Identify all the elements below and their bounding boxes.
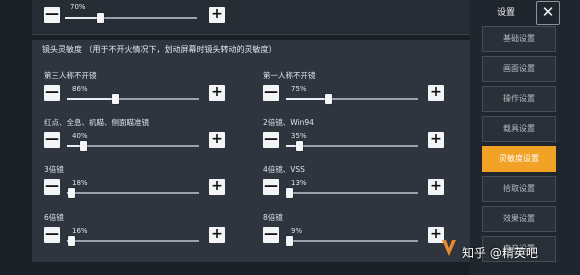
sensitivity-slider[interactable] [286, 236, 418, 246]
slider-label: 8倍镜 [263, 213, 283, 222]
sensitivity-slider[interactable] [67, 141, 199, 151]
sensitivity-slider[interactable] [286, 141, 418, 151]
sidebar-item[interactable]: 操作设置 [482, 86, 556, 112]
sidebar-item[interactable]: 载具设置 [482, 116, 556, 142]
slider-plus-button[interactable]: + [428, 179, 444, 195]
sensitivity-slider[interactable] [286, 188, 418, 198]
slider-value: 75% [291, 85, 307, 93]
slider-knob[interactable] [112, 94, 119, 104]
slider-minus-button[interactable]: — [44, 227, 60, 243]
sensitivity-slider[interactable] [67, 236, 199, 246]
slider-plus-button[interactable]: + [209, 227, 225, 243]
slider-value: 9% [291, 227, 303, 235]
sidebar-item[interactable]: 画面设置 [482, 56, 556, 82]
camera-sensitivity-section [32, 40, 470, 262]
slider-label: 第三人称不开镜 [44, 71, 97, 80]
slider-minus-button[interactable]: — [44, 132, 60, 148]
section-title: 镜头灵敏度 （用于不开火情况下，划动屏幕时镜头转动的灵敏度） [42, 45, 277, 54]
watermark-logo-icon [442, 240, 456, 256]
slider-minus-button[interactable]: — [263, 227, 279, 243]
slider-label: 2倍镜、Win94 [263, 118, 314, 127]
slider-plus-button[interactable]: + [428, 85, 444, 101]
slider-fill [286, 98, 328, 100]
slider-knob[interactable] [296, 141, 303, 151]
top-slider-fill [65, 17, 101, 19]
slider-knob[interactable] [286, 188, 293, 198]
top-slider-knob[interactable] [97, 13, 104, 23]
slider-knob[interactable] [286, 236, 293, 246]
slider-knob[interactable] [325, 94, 332, 104]
sidebar-item[interactable]: 效果设置 [482, 206, 556, 232]
slider-label: 红点、全息、机瞄、侧面瞄准镜 [44, 118, 149, 127]
slider-minus-button[interactable]: — [263, 179, 279, 195]
slider-value: 13% [291, 179, 307, 187]
slider-label: 第一人称不开镜 [263, 71, 316, 80]
slider-value: 86% [72, 85, 88, 93]
slider-value: 35% [291, 132, 307, 140]
slider-fill [67, 98, 115, 100]
slider-plus-button[interactable]: + [428, 132, 444, 148]
top-minus-button[interactable]: — [44, 7, 60, 23]
slider-minus-button[interactable]: — [263, 85, 279, 101]
slider-plus-button[interactable]: + [209, 179, 225, 195]
sidebar-item[interactable]: 基础设置 [482, 26, 556, 52]
slider-value: 16% [72, 227, 88, 235]
sidebar-item[interactable]: 拾取设置 [482, 176, 556, 202]
top-slider[interactable] [65, 13, 197, 23]
slider-label: 3倍镜 [44, 165, 64, 174]
slider-minus-button[interactable]: — [263, 132, 279, 148]
slider-knob[interactable] [68, 236, 75, 246]
close-button[interactable]: ✕ [536, 1, 560, 25]
slider-plus-button[interactable]: + [209, 132, 225, 148]
slider-label: 6倍镜 [44, 213, 64, 222]
top-plus-button[interactable]: + [209, 7, 225, 23]
watermark: 知乎 @精英吧 [462, 246, 538, 260]
sidebar-title: 设置 [496, 8, 515, 18]
slider-label: 4倍镜、VSS [263, 165, 305, 174]
slider-knob[interactable] [68, 188, 75, 198]
slider-minus-button[interactable]: — [44, 85, 60, 101]
slider-minus-button[interactable]: — [44, 179, 60, 195]
slider-plus-button[interactable]: + [209, 85, 225, 101]
slider-knob[interactable] [80, 141, 87, 151]
slider-value: 18% [72, 179, 88, 187]
top-slider-value: 70% [70, 3, 86, 11]
sensitivity-slider[interactable] [286, 94, 418, 104]
sensitivity-slider[interactable] [67, 94, 199, 104]
slider-value: 40% [72, 132, 88, 140]
sensitivity-slider[interactable] [67, 188, 199, 198]
sidebar-item[interactable]: 灵敏度设置 [482, 146, 556, 172]
